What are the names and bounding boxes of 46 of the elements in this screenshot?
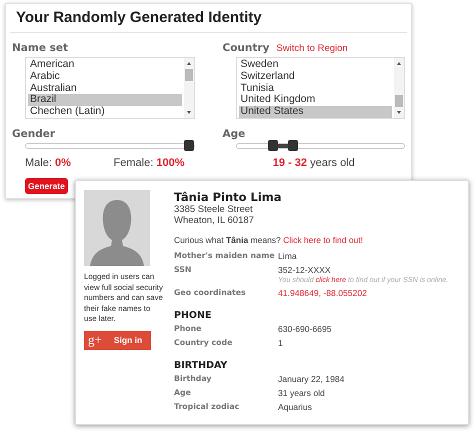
field-label: Country — [222, 42, 270, 54]
list-option[interactable]: Brazil — [28, 94, 182, 106]
field-label: Age — [222, 128, 246, 140]
detail-value: 352-12-XXXX — [278, 265, 332, 275]
scrollbar[interactable] — [184, 58, 194, 118]
slider-track[interactable] — [25, 143, 194, 149]
list-option[interactable]: United States — [238, 106, 392, 118]
list-option[interactable]: United Kingdom — [238, 94, 392, 106]
detail-value: January 22, 1984 — [278, 374, 346, 384]
slider-thumb[interactable] — [184, 140, 194, 151]
female-share: Female: 100% — [114, 157, 184, 169]
list-option[interactable]: Switzerland — [238, 70, 392, 83]
list-option[interactable]: Tunisia — [238, 82, 392, 94]
list-box[interactable]: Sweden Switzerland Tunisia United Kingdom United States — [236, 57, 405, 119]
switch-link[interactable]: Switch to Region — [276, 43, 348, 54]
list-option[interactable]: Chechen (Latin) — [28, 106, 182, 118]
list-option[interactable]: American — [28, 59, 182, 71]
detail-value: Lima — [278, 251, 298, 261]
detail-value: 31 years old — [278, 388, 326, 398]
detail-value: Aquarius — [278, 402, 313, 412]
scrollbar[interactable] — [394, 58, 404, 118]
detail-value: 41.948649, -88.055202 — [278, 288, 368, 298]
list-option[interactable]: Arabic — [28, 70, 182, 83]
slider-track[interactable] — [236, 143, 405, 149]
detail-value: 630-690-6695 — [278, 324, 333, 334]
name-meaning-text: Curious what Tânia means? Click here to find out! — [174, 235, 364, 245]
slider-thumb[interactable] — [288, 140, 298, 151]
address-line: Wheaton, IL 60187 — [174, 215, 255, 226]
detail-value: 1 — [278, 338, 284, 348]
google-plus-icon: g+ — [88, 332, 102, 348]
list-box[interactable]: American Arabic Australian Brazil Chechen (Latin) — [25, 57, 194, 119]
field-label: Name set — [12, 42, 68, 54]
male-share: Male: 0% — [25, 157, 71, 169]
generate-button[interactable]: Generate — [25, 178, 68, 194]
field-label: Gender — [12, 128, 56, 140]
person-name: Tânia Pinto Lima — [174, 190, 283, 204]
section-heading: PHONE — [174, 310, 212, 321]
slider-thumb[interactable] — [268, 140, 278, 151]
address-line: 3385 Steele Street — [174, 204, 254, 215]
list-option[interactable]: Australian — [28, 82, 182, 94]
find-out-link[interactable]: Click here to find out! — [283, 235, 364, 245]
list-option[interactable]: Sweden — [238, 59, 392, 71]
sign-in-button[interactable]: g+ Sign in — [84, 330, 151, 350]
panel-title: Your Randomly Generated Identity — [10, 4, 407, 33]
age-range: 19 - 32 years old — [272, 157, 355, 169]
section-heading: BIRTHDAY — [174, 360, 228, 371]
